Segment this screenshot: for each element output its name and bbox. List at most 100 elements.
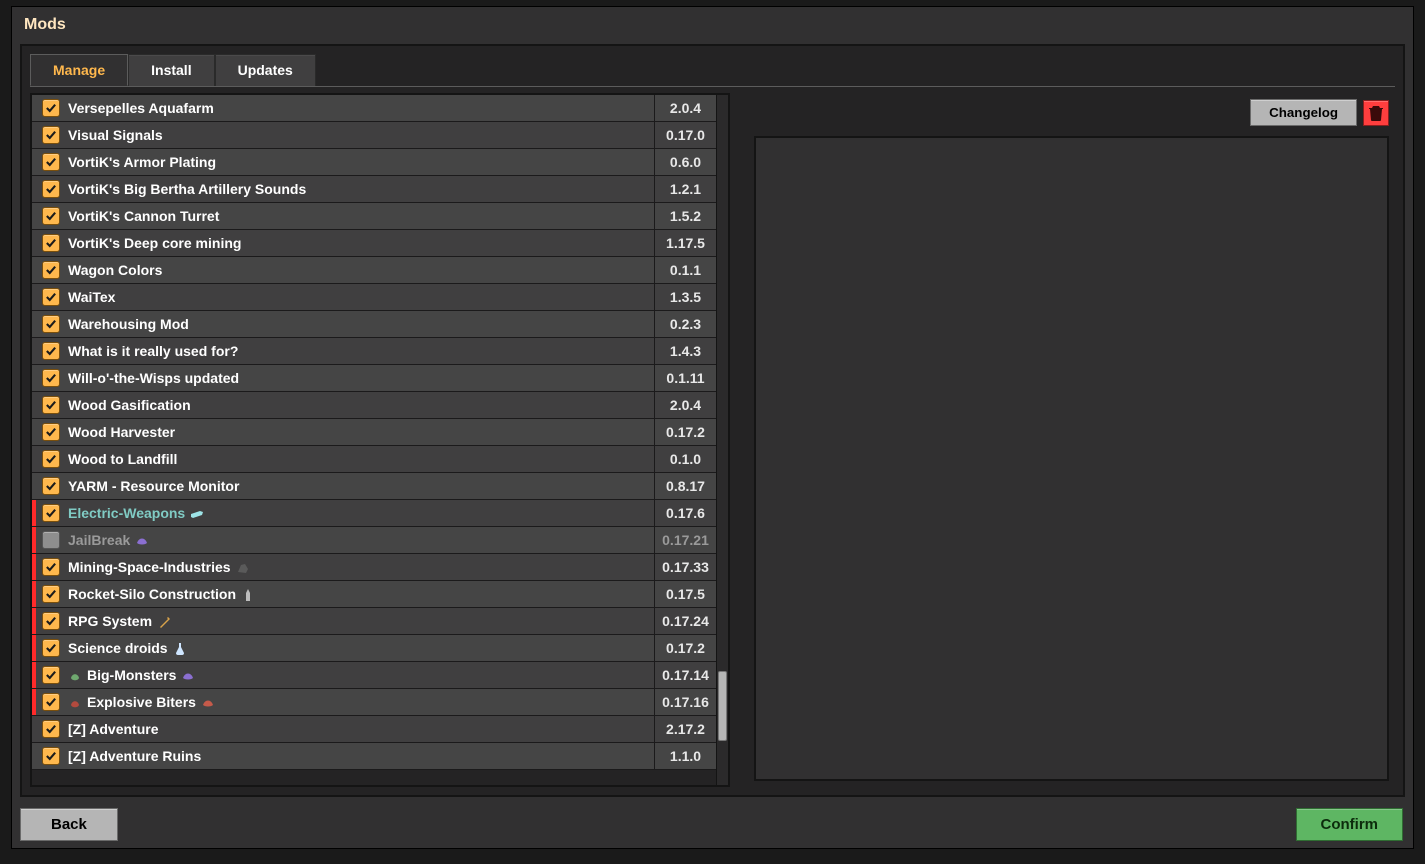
confirm-button[interactable]: Confirm: [1296, 808, 1404, 841]
mod-enable-checkbox[interactable]: [40, 259, 62, 281]
mod-enable-checkbox[interactable]: [40, 394, 62, 416]
mod-enable-checkbox[interactable]: [40, 178, 62, 200]
mod-row[interactable]: [Z] Adventure2.17.2: [32, 716, 716, 743]
mod-version-cell: 1.1.0: [654, 743, 716, 769]
mod-name-cell: Wood Gasification: [66, 397, 653, 413]
mod-name: VortiK's Big Bertha Artillery Sounds: [68, 181, 306, 197]
mod-enable-checkbox[interactable]: [40, 502, 62, 524]
mod-version: 2.0.4: [670, 100, 701, 116]
mod-name-cell: Mining-Space-Industries: [66, 559, 653, 575]
mod-row[interactable]: What is it really used for?1.4.3: [32, 338, 716, 365]
mod-name: Big-Monsters: [87, 667, 176, 683]
changelog-button[interactable]: Changelog: [1250, 99, 1357, 126]
mod-row[interactable]: Science droids 0.17.2: [32, 635, 716, 662]
mod-enable-checkbox[interactable]: [40, 448, 62, 470]
mod-enable-checkbox[interactable]: [40, 340, 62, 362]
left-pane: Versepelles Aquafarm2.0.4Visual Signals0…: [30, 93, 730, 787]
delete-button[interactable]: [1363, 100, 1389, 126]
mod-row[interactable]: VortiK's Cannon Turret 1.5.2: [32, 203, 716, 230]
mod-row-flag: [32, 95, 36, 121]
mod-enable-checkbox[interactable]: [40, 583, 62, 605]
mod-row[interactable]: Will-o'-the-Wisps updated0.1.11: [32, 365, 716, 392]
tab-install[interactable]: Install: [128, 54, 214, 86]
biter-icon: [181, 668, 195, 682]
mod-list-viewport[interactable]: Versepelles Aquafarm2.0.4Visual Signals0…: [32, 95, 716, 785]
mod-enable-checkbox[interactable]: [40, 232, 62, 254]
mod-version-cell: 0.17.33: [654, 554, 716, 580]
mod-row[interactable]: Mining-Space-Industries0.17.33: [32, 554, 716, 581]
mod-enable-checkbox[interactable]: [40, 718, 62, 740]
mod-name-cell: VortiK's Cannon Turret: [66, 208, 653, 224]
mod-name: VortiK's Armor Plating: [68, 154, 216, 170]
mod-enable-checkbox[interactable]: [40, 475, 62, 497]
mod-version-cell: 0.17.21: [654, 527, 716, 553]
mod-row[interactable]: Warehousing Mod0.2.3: [32, 311, 716, 338]
mod-row[interactable]: VortiK's Big Bertha Artillery Sounds1.2.…: [32, 176, 716, 203]
mod-version-cell: 0.2.3: [654, 311, 716, 337]
mod-enable-checkbox[interactable]: [40, 421, 62, 443]
mod-row[interactable]: YARM - Resource Monitor0.8.17: [32, 473, 716, 500]
mod-row[interactable]: Explosive Biters 0.17.16: [32, 689, 716, 716]
mod-name-cell: VortiK's Armor Plating: [66, 154, 653, 170]
mod-version-cell: 2.17.2: [654, 716, 716, 742]
mod-row[interactable]: Wood Harvester0.17.2: [32, 419, 716, 446]
mod-list-scroll-thumb[interactable]: [718, 671, 727, 741]
mod-enable-checkbox[interactable]: [40, 124, 62, 146]
mod-enable-checkbox[interactable]: [40, 556, 62, 578]
mod-list-scrollbar[interactable]: [716, 95, 728, 785]
mod-version: 0.2.3: [670, 316, 701, 332]
mod-row[interactable]: VortiK's Deep core mining1.17.5: [32, 230, 716, 257]
mod-enable-checkbox[interactable]: [40, 691, 62, 713]
mod-row[interactable]: Wood Gasification2.0.4: [32, 392, 716, 419]
mod-name: VortiK's Cannon Turret: [68, 208, 219, 224]
mod-row[interactable]: Versepelles Aquafarm2.0.4: [32, 95, 716, 122]
mod-enable-checkbox[interactable]: [40, 637, 62, 659]
back-button[interactable]: Back: [20, 808, 118, 841]
mod-row[interactable]: Rocket-Silo Construction0.17.5: [32, 581, 716, 608]
mod-enable-checkbox[interactable]: [40, 205, 62, 227]
mod-version: 0.17.16: [662, 694, 709, 710]
mod-name-cell: Electric-Weapons: [66, 505, 653, 521]
mod-name-cell: Rocket-Silo Construction: [66, 586, 653, 602]
mod-name-cell: YARM - Resource Monitor: [66, 478, 653, 494]
tab-updates[interactable]: Updates: [215, 54, 316, 86]
mod-row[interactable]: RPG System0.17.24: [32, 608, 716, 635]
mod-enable-checkbox[interactable]: [40, 286, 62, 308]
mod-row[interactable]: Wagon Colors0.1.1: [32, 257, 716, 284]
mod-row-flag: [32, 230, 36, 256]
mod-row[interactable]: Big-Monsters0.17.14: [32, 662, 716, 689]
mod-name-cell: Wood to Landfill: [66, 451, 653, 467]
mod-version: 0.17.21: [662, 532, 709, 548]
mod-version-cell: 2.0.4: [654, 95, 716, 121]
mod-name: Explosive Biters: [87, 694, 196, 710]
tab-manage[interactable]: Manage: [30, 54, 128, 86]
mod-version: 0.17.2: [666, 640, 705, 656]
mod-name: Science droids: [68, 640, 168, 656]
mod-row[interactable]: Visual Signals0.17.0: [32, 122, 716, 149]
mod-row-flag: [32, 716, 36, 742]
mod-enable-checkbox[interactable]: [40, 529, 62, 551]
mod-list: Versepelles Aquafarm2.0.4Visual Signals0…: [30, 93, 730, 787]
mod-enable-checkbox[interactable]: [40, 610, 62, 632]
mod-version-cell: 0.17.2: [654, 635, 716, 661]
mod-row-flag: [32, 581, 36, 607]
mod-enable-checkbox[interactable]: [40, 151, 62, 173]
mod-version-cell: 0.17.24: [654, 608, 716, 634]
mod-enable-checkbox[interactable]: [40, 367, 62, 389]
mod-enable-checkbox[interactable]: [40, 664, 62, 686]
mod-version: 0.1.1: [670, 262, 701, 278]
mod-enable-checkbox[interactable]: [40, 313, 62, 335]
mod-name: VortiK's Deep core mining: [68, 235, 241, 251]
mod-row[interactable]: Wood to Landfill0.1.0: [32, 446, 716, 473]
mod-row-flag: [32, 527, 36, 553]
mod-row[interactable]: [Z] Adventure Ruins1.1.0: [32, 743, 716, 770]
mod-enable-checkbox[interactable]: [40, 97, 62, 119]
mod-version: 0.17.24: [662, 613, 709, 629]
mod-version-cell: 1.5.2: [654, 203, 716, 229]
mod-enable-checkbox[interactable]: [40, 745, 62, 767]
mod-row[interactable]: Electric-Weapons0.17.6: [32, 500, 716, 527]
mod-row[interactable]: WaiTex1.3.5: [32, 284, 716, 311]
mod-name: Wood to Landfill: [68, 451, 177, 467]
mod-row[interactable]: JailBreak0.17.21: [32, 527, 716, 554]
mod-row[interactable]: VortiK's Armor Plating0.6.0: [32, 149, 716, 176]
